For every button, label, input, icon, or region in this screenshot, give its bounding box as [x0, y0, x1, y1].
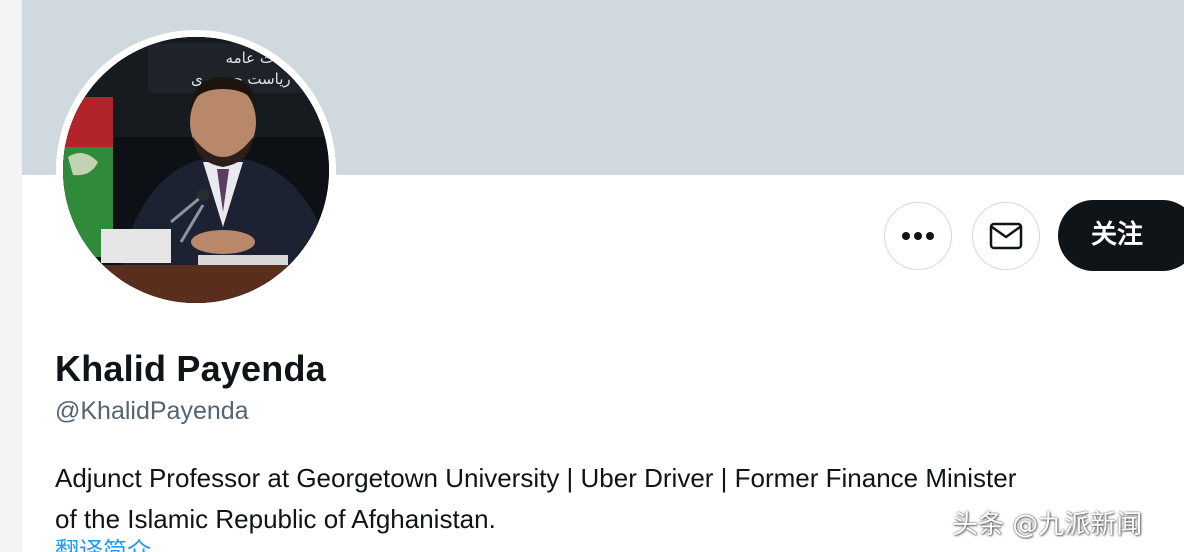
translate-bio-link[interactable]: 翻译简介	[55, 540, 151, 552]
avatar-photo: ﺎﻃﻼﻋﺎﺕ ﻋﺎﻣﻪ ﯾﮏ ﺭﯾﺎﺳﺖ ﺟﻤﻬﻮﺭﯼ	[63, 37, 329, 303]
avatar-image: ﺎﻃﻼﻋﺎﺕ ﻋﺎﻣﻪ ﯾﮏ ﺭﯾﺎﺳﺖ ﺟﻤﻬﻮﺭﯼ	[63, 37, 329, 303]
more-button[interactable]	[884, 202, 952, 270]
mail-icon	[989, 222, 1023, 250]
user-handle: @KhalidPayenda	[55, 397, 249, 425]
left-margin	[0, 0, 22, 552]
avatar[interactable]: ﺎﻃﻼﻋﺎﺕ ﻋﺎﻣﻪ ﯾﮏ ﺭﯾﺎﺳﺖ ﺟﻤﻬﻮﺭﯼ	[56, 30, 336, 310]
more-icon	[902, 232, 934, 240]
watermark: 头条 @九派新闻	[952, 510, 1143, 540]
follow-button[interactable]: 关注	[1058, 200, 1184, 271]
bio-line: Adjunct Professor at Georgetown Universi…	[55, 463, 1017, 493]
message-button[interactable]	[972, 202, 1040, 270]
profile-page: ﺎﻃﻼﻋﺎﺕ ﻋﺎﻣﻪ ﯾﮏ ﺭﯾﺎﺳﺖ ﺟﻤﻬﻮﺭﯼ 关注 Khalid Pa…	[0, 0, 1184, 552]
display-name: Khalid Payenda	[55, 348, 326, 389]
